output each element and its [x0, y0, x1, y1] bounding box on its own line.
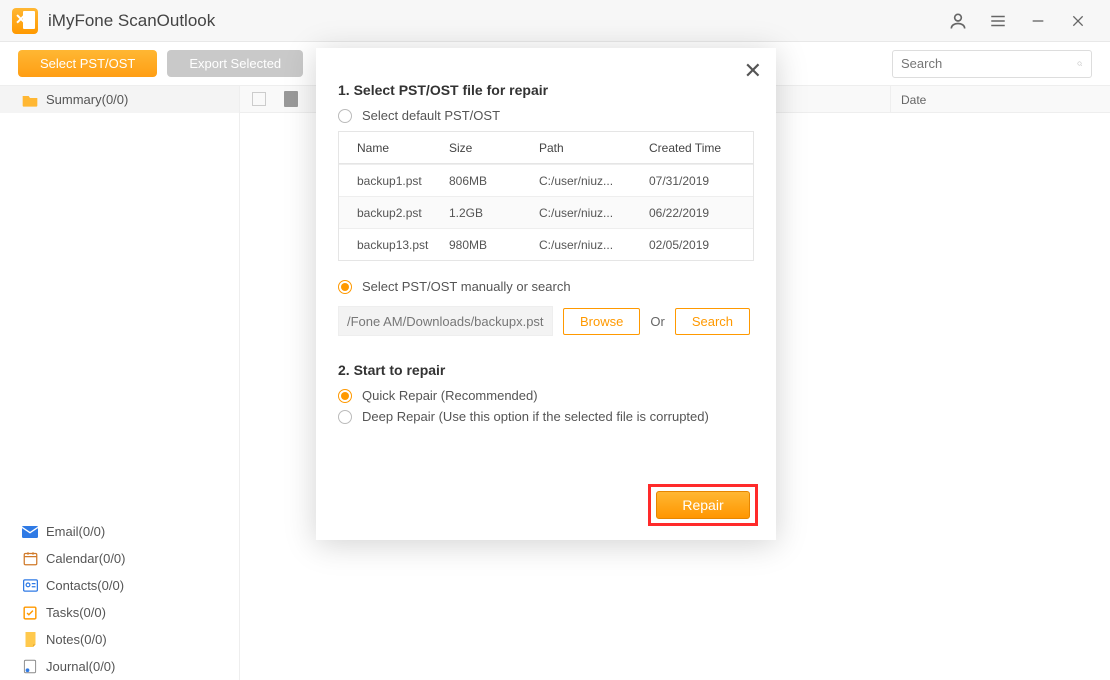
repair-button[interactable]: Repair — [656, 491, 750, 519]
search-button[interactable]: Search — [675, 308, 750, 335]
browse-button[interactable]: Browse — [563, 308, 640, 335]
radio-label: Select default PST/OST — [362, 108, 500, 123]
close-icon[interactable]: ✕ — [744, 60, 762, 82]
radio-label: Quick Repair (Recommended) — [362, 388, 538, 403]
radio-checked-icon — [338, 389, 352, 403]
col-path: Path — [539, 141, 649, 155]
table-row[interactable]: backup1.pst 806MB C:/user/niuz... 07/31/… — [339, 164, 753, 196]
radio-icon — [338, 109, 352, 123]
repair-highlight-box: Repair — [648, 484, 758, 526]
step1-title: 1. Select PST/OST file for repair — [338, 82, 754, 98]
select-file-modal: ✕ 1. Select PST/OST file for repair Sele… — [316, 48, 776, 540]
table-header: Name Size Path Created Time — [339, 132, 753, 164]
col-time: Created Time — [649, 141, 749, 155]
step2-title: 2. Start to repair — [338, 362, 754, 378]
radio-checked-icon — [338, 280, 352, 294]
radio-deep-repair[interactable]: Deep Repair (Use this option if the sele… — [338, 409, 754, 424]
radio-quick-repair[interactable]: Quick Repair (Recommended) — [338, 388, 754, 403]
radio-label: Deep Repair (Use this option if the sele… — [362, 409, 709, 424]
table-row[interactable]: backup13.pst 980MB C:/user/niuz... 02/05… — [339, 228, 753, 260]
radio-label: Select PST/OST manually or search — [362, 279, 571, 294]
col-size: Size — [449, 141, 539, 155]
table-row[interactable]: backup2.pst 1.2GB C:/user/niuz... 06/22/… — [339, 196, 753, 228]
radio-default-pst[interactable]: Select default PST/OST — [338, 108, 754, 123]
path-input[interactable]: /Fone AM/Downloads/backupx.pst — [338, 306, 553, 336]
col-name: Name — [339, 141, 449, 155]
radio-icon — [338, 410, 352, 424]
pst-table: Name Size Path Created Time backup1.pst … — [338, 131, 754, 261]
modal-backdrop: ✕ 1. Select PST/OST file for repair Sele… — [0, 0, 1110, 680]
radio-manual-pst[interactable]: Select PST/OST manually or search — [338, 279, 754, 294]
or-text: Or — [650, 314, 664, 329]
